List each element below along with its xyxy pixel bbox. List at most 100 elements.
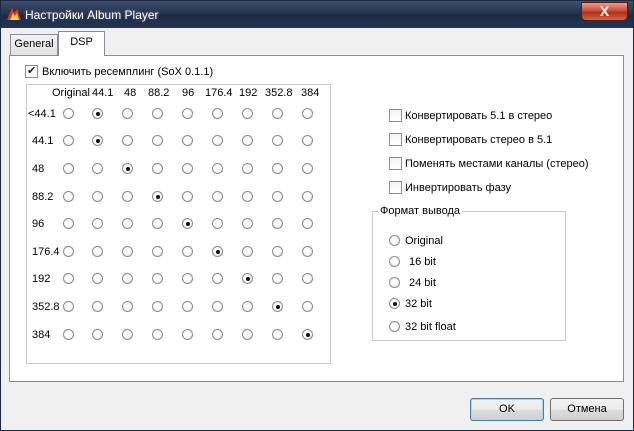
title-bar[interactable]: Настройки Album Player X xyxy=(1,1,633,28)
resample-checkbox[interactable] xyxy=(25,64,38,78)
matrix-radio[interactable] xyxy=(92,191,103,202)
app-flame-icon xyxy=(7,8,21,20)
matrix-radio[interactable] xyxy=(272,246,283,257)
matrix-radio[interactable] xyxy=(92,329,103,340)
format-32bit-radio[interactable] xyxy=(389,298,400,309)
matrix-radio[interactable] xyxy=(182,246,193,257)
matrix-radio[interactable] xyxy=(302,273,313,284)
matrix-radio[interactable] xyxy=(122,108,133,119)
matrix-radio[interactable] xyxy=(92,301,103,312)
matrix-radio[interactable] xyxy=(242,329,253,340)
matrix-radio[interactable] xyxy=(182,273,193,284)
matrix-radio[interactable] xyxy=(122,273,133,284)
matrix-radio[interactable] xyxy=(152,108,163,119)
option-swap-channels-checkbox[interactable] xyxy=(389,157,402,170)
matrix-radio[interactable] xyxy=(182,108,193,119)
matrix-radio[interactable] xyxy=(122,246,133,257)
matrix-radio[interactable] xyxy=(272,273,283,284)
matrix-radio[interactable] xyxy=(302,218,313,229)
matrix-radio[interactable] xyxy=(152,301,163,312)
matrix-radio[interactable] xyxy=(152,329,163,340)
matrix-radio[interactable] xyxy=(272,329,283,340)
matrix-radio[interactable] xyxy=(63,163,74,174)
matrix-radio[interactable] xyxy=(63,108,74,119)
format-16bit-radio[interactable] xyxy=(389,256,400,267)
matrix-radio[interactable] xyxy=(92,163,103,174)
matrix-radio[interactable] xyxy=(212,273,223,284)
matrix-radio[interactable] xyxy=(242,108,253,119)
matrix-radio[interactable] xyxy=(242,163,253,174)
matrix-radio[interactable] xyxy=(92,218,103,229)
close-button[interactable]: X xyxy=(581,2,628,21)
matrix-radio[interactable] xyxy=(122,329,133,340)
matrix-radio[interactable] xyxy=(242,218,253,229)
matrix-radio[interactable] xyxy=(242,135,253,146)
matrix-radio[interactable] xyxy=(302,163,313,174)
matrix-radio[interactable] xyxy=(212,218,223,229)
ok-button[interactable]: OK xyxy=(470,398,544,421)
matrix-radio[interactable] xyxy=(92,108,103,119)
matrix-radio[interactable] xyxy=(92,135,103,146)
matrix-radio[interactable] xyxy=(152,163,163,174)
matrix-radio[interactable] xyxy=(212,329,223,340)
matrix-radio[interactable] xyxy=(302,108,313,119)
matrix-radio[interactable] xyxy=(182,218,193,229)
matrix-radio[interactable] xyxy=(182,329,193,340)
matrix-radio[interactable] xyxy=(152,191,163,202)
option-5-1-to-stereo-label: Конвертировать 5.1 в стерео xyxy=(405,110,553,122)
matrix-radio[interactable] xyxy=(302,301,313,312)
format-24bit-radio[interactable] xyxy=(389,277,400,288)
matrix-radio[interactable] xyxy=(242,273,253,284)
matrix-radio[interactable] xyxy=(302,246,313,257)
matrix-radio[interactable] xyxy=(122,191,133,202)
matrix-radio[interactable] xyxy=(152,246,163,257)
matrix-radio[interactable] xyxy=(302,329,313,340)
matrix-radio[interactable] xyxy=(182,163,193,174)
matrix-radio[interactable] xyxy=(242,301,253,312)
cancel-button[interactable]: Отмена xyxy=(550,398,624,421)
matrix-radio[interactable] xyxy=(242,246,253,257)
format-original-radio[interactable] xyxy=(389,235,400,246)
matrix-radio[interactable] xyxy=(122,301,133,312)
matrix-radio[interactable] xyxy=(92,246,103,257)
matrix-radio[interactable] xyxy=(152,273,163,284)
matrix-radio[interactable] xyxy=(63,191,74,202)
matrix-radio[interactable] xyxy=(272,108,283,119)
matrix-radio[interactable] xyxy=(182,135,193,146)
tab-general[interactable]: General xyxy=(10,34,58,55)
matrix-radio[interactable] xyxy=(122,163,133,174)
option-swap-channels-label: Поменять местами каналы (стерео) xyxy=(405,158,589,170)
matrix-radio[interactable] xyxy=(152,135,163,146)
matrix-radio[interactable] xyxy=(63,329,74,340)
matrix-radio[interactable] xyxy=(302,191,313,202)
matrix-radio[interactable] xyxy=(272,301,283,312)
matrix-radio[interactable] xyxy=(212,135,223,146)
matrix-radio[interactable] xyxy=(122,218,133,229)
matrix-radio[interactable] xyxy=(212,163,223,174)
matrix-radio[interactable] xyxy=(92,273,103,284)
matrix-radio[interactable] xyxy=(122,135,133,146)
matrix-radio[interactable] xyxy=(272,191,283,202)
matrix-radio[interactable] xyxy=(63,246,74,257)
option-5-1-to-stereo-checkbox[interactable] xyxy=(389,109,402,122)
matrix-radio[interactable] xyxy=(302,135,313,146)
matrix-radio[interactable] xyxy=(63,135,74,146)
matrix-radio[interactable] xyxy=(63,301,74,312)
matrix-radio[interactable] xyxy=(212,301,223,312)
matrix-radio[interactable] xyxy=(63,218,74,229)
matrix-radio[interactable] xyxy=(272,218,283,229)
option-invert-phase-checkbox[interactable] xyxy=(389,181,402,194)
format-32bit-float-radio[interactable] xyxy=(389,321,400,332)
matrix-radio[interactable] xyxy=(272,163,283,174)
matrix-radio[interactable] xyxy=(272,135,283,146)
matrix-radio[interactable] xyxy=(212,191,223,202)
matrix-radio[interactable] xyxy=(182,191,193,202)
matrix-radio[interactable] xyxy=(212,246,223,257)
matrix-radio[interactable] xyxy=(212,108,223,119)
tab-dsp[interactable]: DSP xyxy=(58,31,105,56)
matrix-radio[interactable] xyxy=(182,301,193,312)
matrix-radio[interactable] xyxy=(63,273,74,284)
option-stereo-to-5-1-checkbox[interactable] xyxy=(389,133,402,146)
matrix-radio[interactable] xyxy=(152,218,163,229)
matrix-radio[interactable] xyxy=(242,191,253,202)
